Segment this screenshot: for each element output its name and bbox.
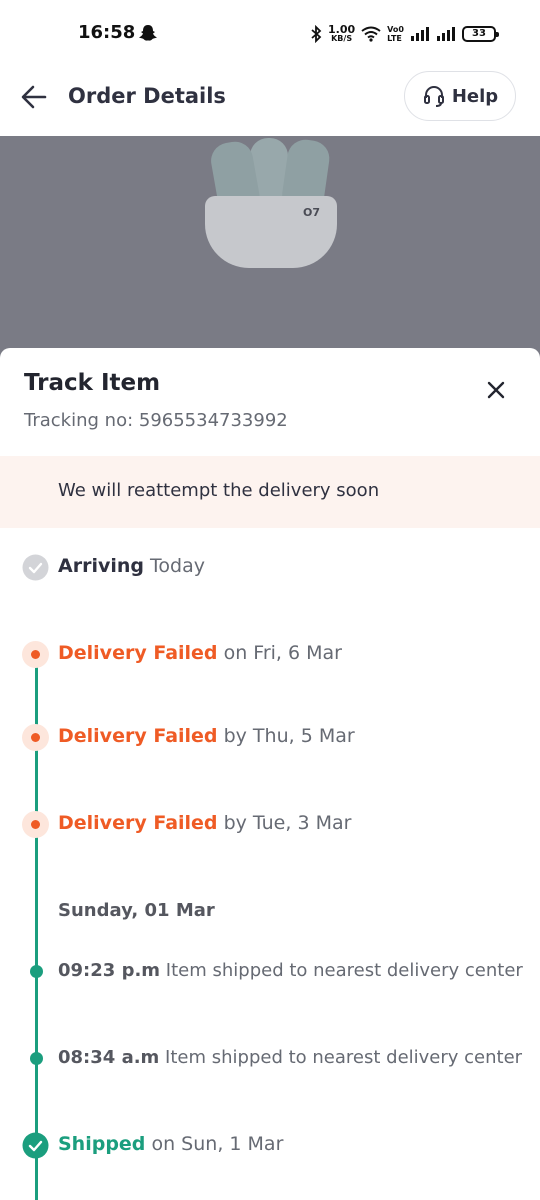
update-text: Item shipped to nearest delivery center [165,960,523,981]
snapchat-icon [139,25,157,41]
event-status: Delivery Failed [58,812,218,834]
shipped-check-icon [22,1132,49,1159]
arriving-row: Arriving Today [58,555,205,577]
sheet-title: Track Item [24,370,161,396]
tracking-number: Tracking no: 5965534733992 [24,410,288,431]
volte-top: Vo0 [387,25,404,34]
volte-indicator: Vo0 LTE [387,25,404,43]
check-circle-icon [22,554,49,581]
close-icon[interactable] [486,380,506,400]
update-dot [30,1052,43,1065]
app-header: Order Details Help [0,66,540,136]
battery-icon: 33 [462,26,499,42]
event-date: on Fri, 6 Mar [223,642,342,664]
timeline-event: Delivery Failed by Thu, 5 Mar [58,725,355,747]
delivery-notice: We will reattempt the delivery soon [0,456,540,528]
network-speed-value: 1.00 [328,23,356,36]
timeline-update: 09:23 p.m Item shipped to nearest delive… [58,960,523,981]
event-date: on Sun, 1 Mar [151,1133,284,1155]
arriving-label: Arriving [58,555,144,577]
failed-status-dot [22,641,49,668]
headset-icon [423,86,444,107]
earbuds-case-image: O7 [205,196,337,268]
timeline-event: Shipped on Sun, 1 Mar [58,1133,283,1155]
update-time: 09:23 p.m [58,960,161,981]
timeline-update: 08:34 a.m Item shipped to nearest delive… [58,1047,522,1068]
product-banner: O7 [0,136,540,366]
signal-icon [411,27,429,41]
failed-status-dot [22,811,49,838]
wifi-icon [361,26,381,42]
event-status: Shipped [58,1133,146,1155]
bluetooth-icon [311,25,322,43]
event-date: by Tue, 3 Mar [223,812,352,834]
event-date: by Thu, 5 Mar [223,725,355,747]
help-button-label: Help [451,85,499,107]
status-icons: 1.00 KB/S Vo0 LTE 33 [310,22,499,46]
back-arrow-icon[interactable] [20,83,48,111]
track-item-sheet: Track Item Tracking no: 5965534733992 We… [0,348,540,1200]
status-time: 16:58 [78,22,136,43]
status-bar: 16:58 1.00 KB/S Vo0 LTE 33 [0,0,540,66]
delivery-notice-text: We will reattempt the delivery soon [58,480,380,501]
help-button[interactable]: Help [404,71,516,121]
event-status: Delivery Failed [58,642,218,664]
volte-bottom: LTE [387,34,402,43]
network-speed-unit: KB/S [331,34,353,43]
update-time: 08:34 a.m [58,1047,160,1068]
arriving-when: Today [150,555,205,577]
update-dot [30,965,43,978]
network-speed: 1.00 KB/S [328,23,356,43]
failed-status-dot [22,724,49,751]
event-status: Delivery Failed [58,725,218,747]
timeline-event: Delivery Failed on Fri, 6 Mar [58,642,342,664]
case-logo: O7 [303,206,321,219]
update-text: Item shipped to nearest delivery center [165,1047,523,1068]
signal-icon-2 [437,27,455,41]
page-title: Order Details [68,84,226,108]
timeline-event: Delivery Failed by Tue, 3 Mar [58,812,351,834]
timeline-date-header: Sunday, 01 Mar [58,900,215,921]
